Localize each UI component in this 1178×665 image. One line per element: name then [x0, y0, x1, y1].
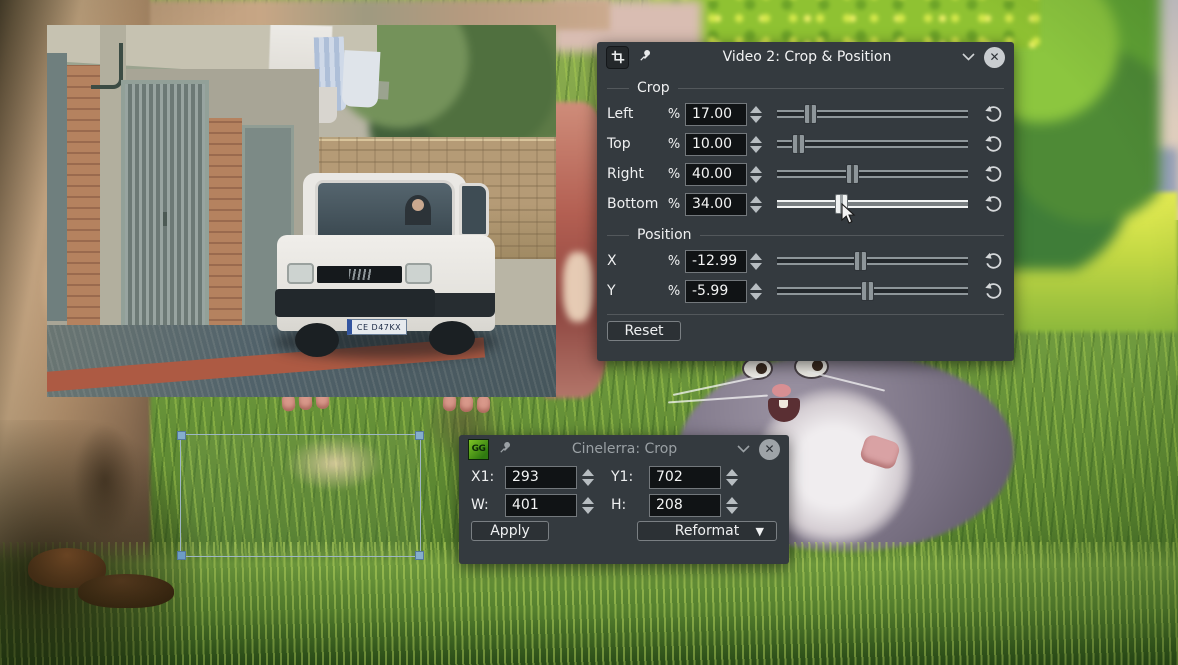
crop-row-right: Right % 40.00	[597, 159, 1014, 189]
y1-spinner[interactable]	[723, 469, 741, 486]
crop-coords-row-1: X1: 293 Y1: 702	[459, 463, 789, 491]
dropdown-arrow-icon: ▼	[756, 525, 764, 538]
left-value-input[interactable]: 17.00	[685, 103, 747, 126]
x-value-input[interactable]: -12.99	[685, 250, 747, 273]
dialog-title: Video 2: Crop & Position	[661, 49, 953, 65]
cinelerra-crop-dialog: GG Cinelerra: Crop ✕ X1: 293 Y1: 702 W: …	[459, 435, 789, 564]
close-icon[interactable]: ✕	[759, 439, 780, 460]
dialog-titlebar[interactable]: GG Cinelerra: Crop ✕	[459, 435, 789, 463]
car-windshield	[315, 180, 455, 238]
fiat-logo	[349, 269, 371, 280]
preview-conduit-pipe	[91, 43, 123, 89]
pin-icon[interactable]	[498, 440, 512, 458]
position-row-y: Y % -5.99	[597, 276, 1014, 306]
car-headlight-left	[287, 263, 314, 284]
video-preview-canvas[interactable]: CE D47KX	[47, 25, 556, 397]
crop-row-top: Top % 10.00	[597, 129, 1014, 159]
bottom-value-input[interactable]: 34.00	[685, 193, 747, 216]
h-input[interactable]: 208	[649, 494, 721, 517]
close-icon[interactable]: ✕	[984, 47, 1005, 68]
car-bumper	[275, 289, 435, 317]
bottom-slider[interactable]	[777, 193, 968, 215]
right-spinner[interactable]	[747, 166, 765, 183]
undo-icon[interactable]	[980, 251, 1006, 271]
top-value-input[interactable]: 10.00	[685, 133, 747, 156]
collapse-chevron-icon[interactable]	[737, 441, 750, 457]
h-spinner[interactable]	[723, 497, 741, 514]
position-row-x: X % -12.99	[597, 246, 1014, 276]
x1-spinner[interactable]	[579, 469, 597, 486]
crop-coords-row-2: W: 401 H: 208	[459, 491, 789, 519]
y-slider[interactable]	[777, 280, 968, 302]
car-side-trim	[427, 293, 495, 317]
crop-position-dialog: Video 2: Crop & Position ✕ Crop Left % 1…	[597, 42, 1014, 361]
crop-row-left: Left % 17.00	[597, 99, 1014, 129]
undo-icon[interactable]	[980, 134, 1006, 154]
left-slider[interactable]	[777, 103, 968, 125]
right-value-input[interactable]: 40.00	[685, 163, 747, 186]
undo-icon[interactable]	[980, 164, 1006, 184]
car-side-window	[459, 183, 489, 237]
apply-button[interactable]: Apply	[471, 521, 549, 541]
top-slider[interactable]	[777, 133, 968, 155]
dialog-titlebar[interactable]: Video 2: Crop & Position ✕	[597, 42, 1014, 72]
crop-handle-bottom-right[interactable]	[415, 551, 424, 560]
undo-icon[interactable]	[980, 194, 1006, 214]
undo-icon[interactable]	[980, 104, 1006, 124]
left-spinner[interactable]	[747, 106, 765, 123]
position-group-header: Position	[607, 226, 1004, 244]
x1-input[interactable]: 293	[505, 466, 577, 489]
car-license-plate: CE D47KX	[347, 319, 407, 335]
mouse-cursor	[841, 203, 857, 229]
car-wheel-rear	[429, 321, 475, 355]
preview-garage-door-partial	[47, 53, 67, 321]
car-headlight-right	[405, 263, 432, 284]
crop-tool-icon[interactable]	[606, 46, 629, 69]
crop-row-bottom: Bottom % 34.00	[597, 189, 1014, 219]
car-wheel-front	[295, 323, 339, 357]
collapse-chevron-icon[interactable]	[962, 49, 975, 65]
reformat-button[interactable]: Reformat ▼	[637, 521, 777, 541]
compositor-screen: CE D47KX Video 2: Crop & Position ✕ Crop	[0, 0, 1178, 665]
preview-car: CE D47KX	[277, 173, 495, 363]
car-grille	[317, 266, 402, 283]
x-slider[interactable]	[777, 250, 968, 272]
right-slider[interactable]	[777, 163, 968, 185]
w-input[interactable]: 401	[505, 494, 577, 517]
bottom-spinner[interactable]	[747, 196, 765, 213]
crop-selection-rect[interactable]	[180, 434, 421, 557]
cinelerra-gg-icon: GG	[468, 439, 489, 460]
w-spinner[interactable]	[579, 497, 597, 514]
preview-laundry	[342, 50, 381, 108]
dialog-title: Cinelerra: Crop	[521, 441, 728, 457]
crop-handle-top-right[interactable]	[415, 431, 424, 440]
pin-icon[interactable]	[638, 48, 652, 66]
crop-handle-bottom-left[interactable]	[177, 551, 186, 560]
crop-handle-top-left[interactable]	[177, 431, 186, 440]
y-value-input[interactable]: -5.99	[685, 280, 747, 303]
car-driver	[405, 195, 431, 225]
x-spinner[interactable]	[747, 253, 765, 270]
crop-group-header: Crop	[607, 79, 1004, 97]
reset-button[interactable]: Reset	[607, 321, 681, 341]
y-spinner[interactable]	[747, 283, 765, 300]
y1-input[interactable]: 702	[649, 466, 721, 489]
top-spinner[interactable]	[747, 136, 765, 153]
undo-icon[interactable]	[980, 281, 1006, 301]
